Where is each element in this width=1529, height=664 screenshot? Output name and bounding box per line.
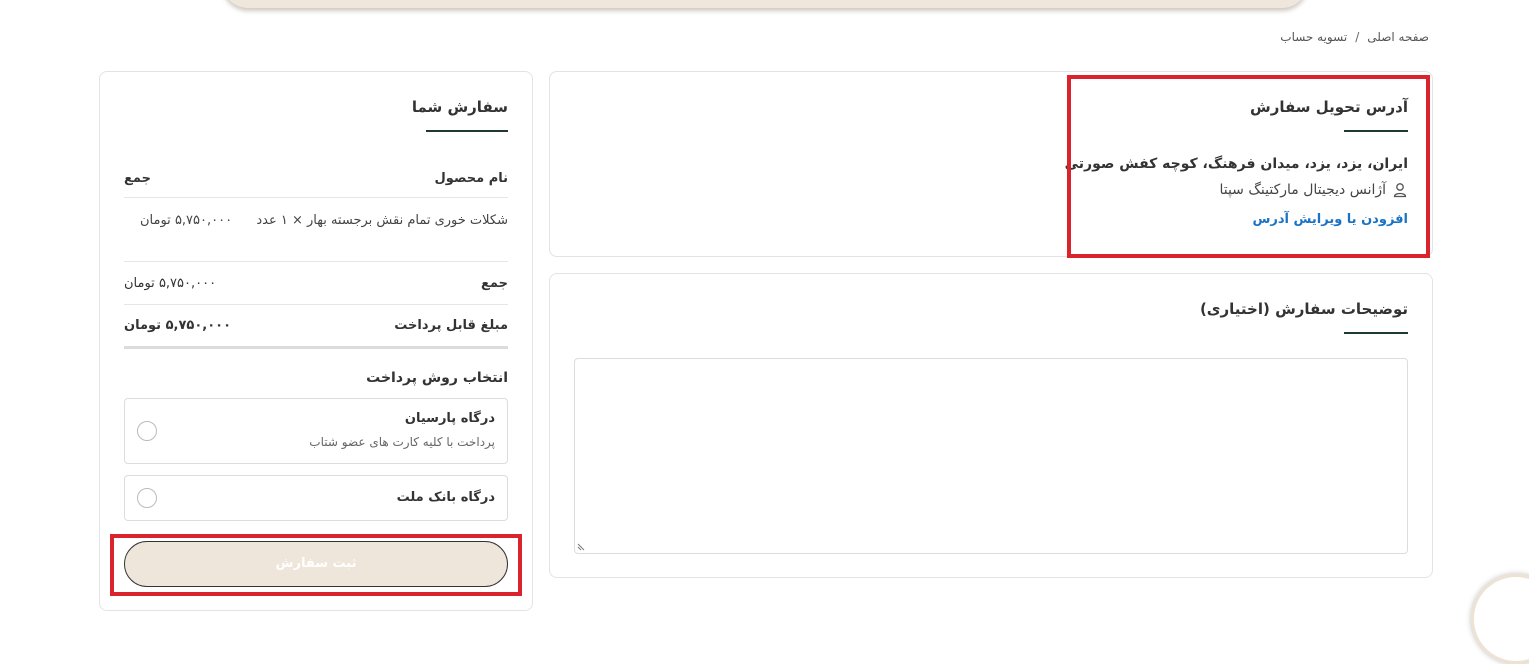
payment-method-title: انتخاب روش پرداخت xyxy=(366,370,508,386)
payment-option-title: درگاه پارسیان xyxy=(404,411,495,426)
product-total: ۵,۷۵۰,۰۰۰ تومان xyxy=(140,213,233,228)
title-underline xyxy=(1344,332,1408,334)
table-header-row: نام محصول جمع xyxy=(124,160,508,198)
header-total: جمع xyxy=(124,171,151,186)
address-highlight-box xyxy=(1067,75,1430,258)
order-notes-card: توضیحات سفارش (اختیاری) xyxy=(549,273,1433,578)
order-notes-textarea[interactable] xyxy=(574,358,1408,554)
breadcrumb-current: تسویه حساب xyxy=(1280,30,1348,44)
payment-option-parsian[interactable]: درگاه پارسیان پرداخت با کلیه کارت های عض… xyxy=(124,398,508,464)
payment-option-title: درگاه بانک ملت xyxy=(396,490,495,505)
payment-radio[interactable] xyxy=(137,488,157,508)
header-bar xyxy=(222,0,1308,8)
floating-chat-button[interactable] xyxy=(1471,574,1529,664)
order-summary-card: سفارش شما نام محصول جمع شکلات خوری تمام … xyxy=(99,71,533,611)
subtotal-row: جمع ۵,۷۵۰,۰۰۰ تومان xyxy=(124,262,508,305)
breadcrumb-home[interactable]: صفحه اصلی xyxy=(1367,30,1429,44)
order-title: سفارش شما xyxy=(411,98,508,116)
breadcrumb-separator: / xyxy=(1355,30,1360,44)
payment-option-description: پرداخت با کلیه کارت های عضو شتاب xyxy=(309,435,495,449)
payable-label: مبلغ قابل پرداخت xyxy=(394,318,508,333)
order-table: نام محصول جمع شکلات خوری تمام نقش برجسته… xyxy=(124,160,508,349)
resize-handle-icon[interactable] xyxy=(577,541,587,551)
payable-value: ۵,۷۵۰,۰۰۰ تومان xyxy=(124,318,232,333)
submit-highlight-box xyxy=(110,534,522,596)
title-underline xyxy=(426,130,508,132)
product-name: شکلات خوری تمام نقش برجسته بهار × ۱ عدد xyxy=(256,213,508,228)
table-row: شکلات خوری تمام نقش برجسته بهار × ۱ عدد … xyxy=(124,198,508,262)
subtotal-label: جمع xyxy=(481,275,508,291)
payable-row: مبلغ قابل پرداخت ۵,۷۵۰,۰۰۰ تومان xyxy=(124,305,508,349)
header-product: نام محصول xyxy=(434,171,508,186)
payment-option-mellat[interactable]: درگاه بانک ملت xyxy=(124,475,508,521)
breadcrumb: صفحه اصلی / تسویه حساب xyxy=(1280,30,1429,44)
notes-title: توضیحات سفارش (اختیاری) xyxy=(1199,300,1408,318)
subtotal-value: ۵,۷۵۰,۰۰۰ تومان xyxy=(124,275,217,291)
payment-radio[interactable] xyxy=(137,421,157,441)
